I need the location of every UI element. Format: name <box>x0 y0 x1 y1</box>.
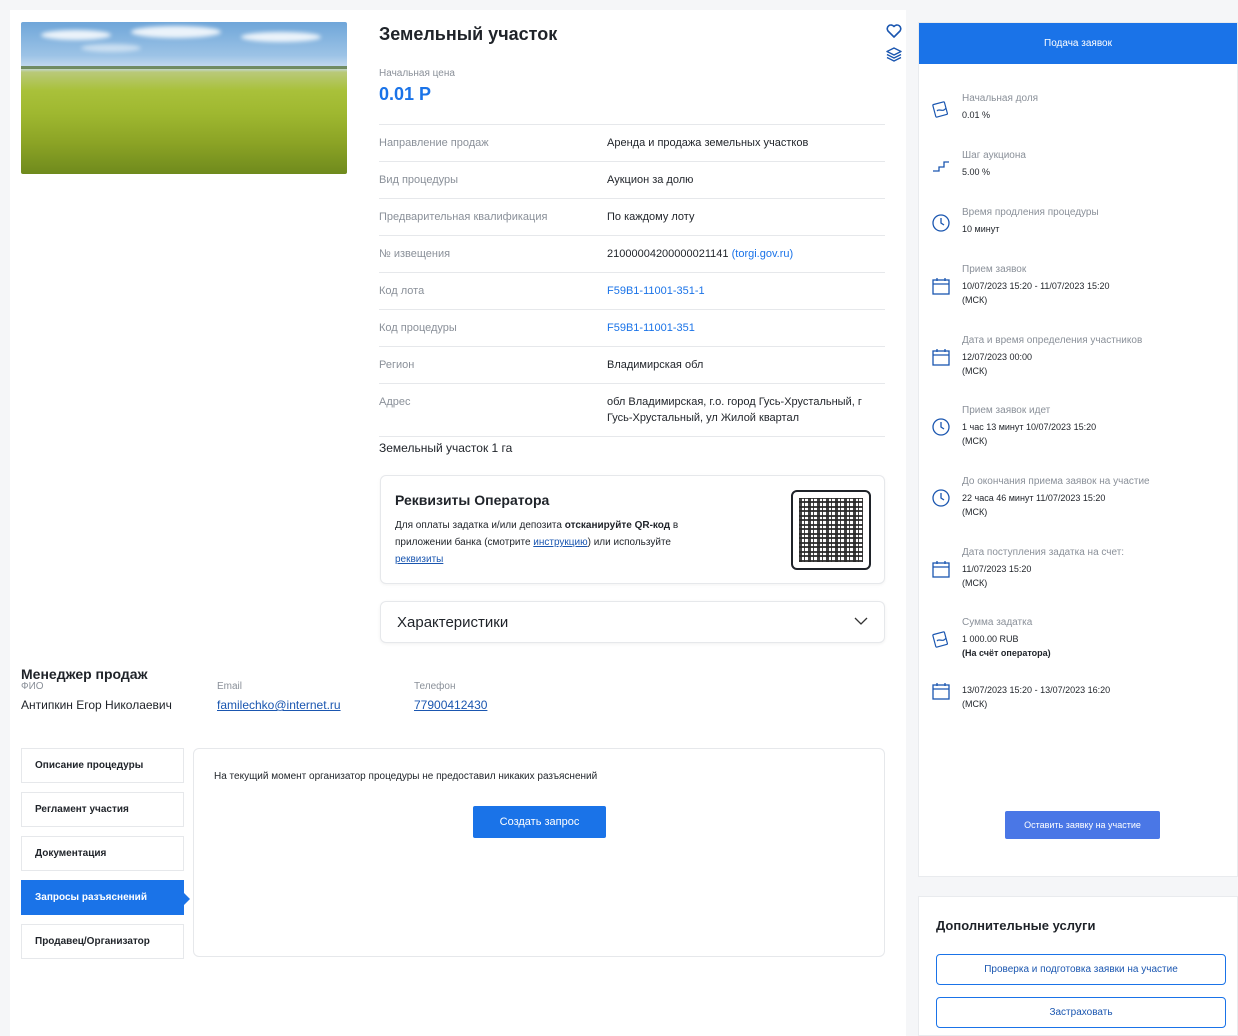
properties-table: Направление продаж Аренда и продажа земе… <box>379 124 885 437</box>
qr-code <box>791 490 871 570</box>
chevron-down-icon <box>854 617 868 625</box>
prop-value: По каждому лоту <box>607 211 695 223</box>
calendar-icon <box>932 349 950 366</box>
sidebar-header: Подача заявок <box>919 23 1237 64</box>
manager-title: Менеджер продаж <box>21 666 148 682</box>
manager-phone-link[interactable]: 77900412430 <box>414 698 487 712</box>
prop-key: Код процедуры <box>379 322 457 334</box>
section-tabs: Описание процедуры Регламент участия Док… <box>21 748 190 968</box>
price-label: Начальная цена <box>379 68 455 79</box>
notice-number: 21000004200000021141 <box>607 248 729 260</box>
requisites-title: Реквизиты Оператора <box>395 492 550 508</box>
tab-clarification-requests[interactable]: Запросы разъяснений <box>21 880 190 915</box>
prop-row: Адрес обл Владимирская, г.о. город Гусь-… <box>379 383 885 437</box>
prop-row: Регион Владимирская обл <box>379 346 885 383</box>
calendar-icon <box>932 561 950 578</box>
create-request-button[interactable]: Создать запрос <box>473 806 606 838</box>
prop-row: Направление продаж Аренда и продажа земе… <box>379 124 885 161</box>
fio-label: ФИО <box>21 681 44 692</box>
page-title: Земельный участок <box>379 24 558 44</box>
operator-requisites-card: Реквизиты Оператора Для оплаты задатка и… <box>380 475 885 584</box>
email-label: Email <box>217 681 243 692</box>
prop-key: Направление продаж <box>379 137 489 149</box>
tab-description[interactable]: Описание процедуры <box>21 748 184 783</box>
manager-email-link[interactable]: familechko@internet.ru <box>217 698 341 712</box>
price-value: 0.01 Р <box>379 84 432 104</box>
prop-row: Вид процедуры Аукцион за долю <box>379 161 885 198</box>
clock-icon <box>932 489 950 507</box>
prop-key: Регион <box>379 359 415 371</box>
insure-button[interactable]: Застраховать <box>936 997 1226 1028</box>
requisites-text: Для оплаты задатка и/или депозита отскан… <box>395 520 679 565</box>
prop-key: Код лота <box>379 285 425 297</box>
prop-row: Предварительная квалификация По каждому … <box>379 198 885 235</box>
clarifications-panel: На текущий момент организатор процедуры … <box>193 748 885 957</box>
characteristics-label: Характеристики <box>397 614 509 631</box>
money-icon <box>932 631 948 648</box>
lot-description: Земельный участок 1 га <box>379 441 513 455</box>
prop-value: обл Владимирская, г.о. город Гусь-Хруста… <box>607 396 862 424</box>
apply-button[interactable]: Оставить заявку на участие <box>1005 811 1160 839</box>
additional-services-card: Дополнительные услуги Проверка и подгото… <box>918 896 1238 1036</box>
manager-name: Антипкин Егор Николаевич <box>21 698 172 712</box>
additional-services-title: Дополнительные услуги <box>936 918 1096 933</box>
heart-icon[interactable] <box>886 24 902 38</box>
money-icon <box>932 101 948 118</box>
prop-value: Аренда и продажа земельных участков <box>607 137 809 149</box>
application-sidebar: Подача заявок Начальная доля 0.01 % Шаг … <box>918 22 1238 877</box>
clock-icon <box>932 418 950 436</box>
tab-documentation[interactable]: Документация <box>21 836 184 871</box>
empty-state-text: На текущий момент организатор процедуры … <box>214 771 598 782</box>
tab-seller-organizer[interactable]: Продавец/Организатор <box>21 924 184 959</box>
phone-label: Телефон <box>414 681 456 692</box>
procedure-code-link[interactable]: F59B1-11001-351 <box>607 322 695 334</box>
instruction-link[interactable]: инструкцию <box>533 537 587 548</box>
prop-value: 21000004200000021141 (torgi.gov.ru) <box>607 246 793 262</box>
calendar-icon <box>932 683 950 700</box>
prop-value: Аукцион за долю <box>607 174 694 186</box>
lot-photo <box>21 22 347 174</box>
prop-row: Код лота F59B1-11001-351-1 <box>379 272 885 309</box>
characteristics-accordion[interactable]: Характеристики <box>380 601 885 643</box>
prop-value: Владимирская обл <box>607 359 704 371</box>
prop-row: Код процедуры F59B1-11001-351 <box>379 309 885 346</box>
tab-regulations[interactable]: Регламент участия <box>21 792 184 827</box>
torgi-link[interactable]: (torgi.gov.ru) <box>732 248 794 260</box>
layers-icon[interactable] <box>886 46 902 62</box>
prop-key: № извещения <box>379 248 451 260</box>
requisites-link[interactable]: реквизиты <box>395 554 443 565</box>
step-icon <box>933 161 949 172</box>
calendar-icon <box>932 278 950 295</box>
prop-key: Адрес <box>379 396 411 408</box>
clock-icon <box>932 214 950 232</box>
lot-code-link[interactable]: F59B1-11001-351-1 <box>607 285 705 297</box>
prop-key: Предварительная квалификация <box>379 211 548 223</box>
check-application-button[interactable]: Проверка и подготовка заявки на участие <box>936 954 1226 985</box>
prop-key: Вид процедуры <box>379 174 459 186</box>
prop-row: № извещения 21000004200000021141 (torgi.… <box>379 235 885 272</box>
